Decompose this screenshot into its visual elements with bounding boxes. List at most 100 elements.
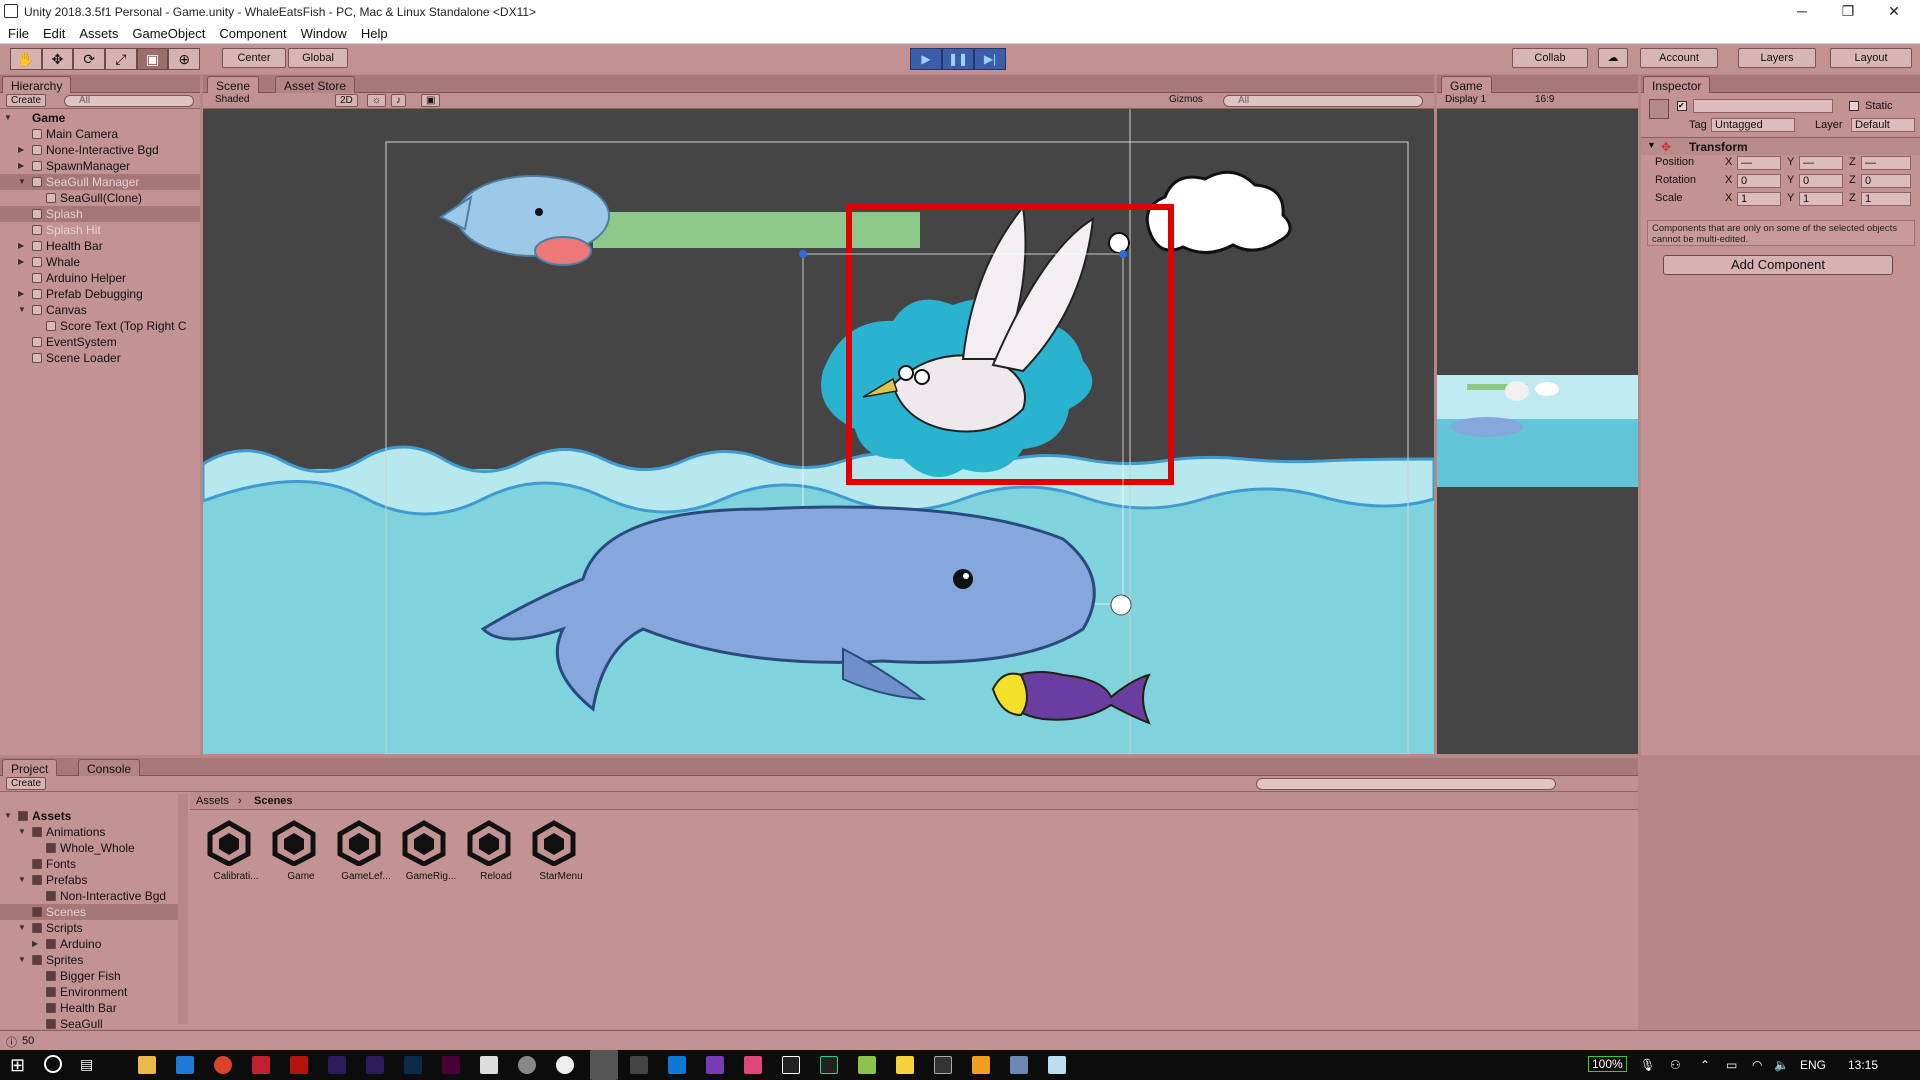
xd-icon[interactable] — [442, 1056, 460, 1074]
menu-gameobject[interactable]: GameObject — [124, 24, 211, 41]
windows-start-icon[interactable]: ⊞ — [10, 1055, 25, 1076]
app-light-icon[interactable] — [1048, 1056, 1066, 1074]
expand-down-icon[interactable]: ▼ — [18, 174, 26, 190]
project-row[interactable]: Scenes — [0, 904, 178, 920]
breadcrumb-scenes[interactable]: Scenes — [254, 795, 293, 807]
hierarchy-row[interactable]: Main Camera — [0, 126, 200, 142]
expand-right-icon[interactable]: ▶ — [18, 238, 24, 254]
explorer-icon[interactable] — [138, 1056, 156, 1074]
edge-icon[interactable] — [176, 1056, 194, 1074]
tab-inspector[interactable]: Inspector — [1643, 76, 1711, 93]
play-button[interactable]: ▶ — [910, 48, 942, 70]
project-search-input[interactable] — [1256, 778, 1556, 790]
unreal-icon[interactable] — [518, 1056, 536, 1074]
hierarchy-row[interactable]: ▼ SeaGull Manager — [0, 174, 200, 190]
hierarchy-row[interactable]: Arduino Helper — [0, 270, 200, 286]
app-blue-icon[interactable] — [1010, 1056, 1028, 1074]
expand-right-icon[interactable]: ▶ — [18, 286, 24, 302]
tab-hierarchy[interactable]: Hierarchy — [2, 76, 72, 93]
project-row[interactable]: ▼ Sprites — [0, 952, 178, 968]
hierarchy-create-button[interactable]: Create — [6, 94, 47, 107]
mic-icon[interactable]: 🎙 — [1640, 1058, 1655, 1072]
transform-y-field[interactable]: 1 — [1799, 192, 1843, 206]
hierarchy-row[interactable]: Splash — [0, 206, 200, 222]
scene-asset-tile[interactable]: Game — [271, 820, 331, 896]
expand-right-icon[interactable]: ▶ — [18, 254, 24, 270]
git-icon[interactable] — [972, 1056, 990, 1074]
hierarchy-search-input[interactable]: All — [64, 95, 194, 107]
menu-file[interactable]: File — [0, 24, 35, 41]
hierarchy-row[interactable]: Splash Hit — [0, 222, 200, 238]
chrome-icon[interactable] — [214, 1056, 232, 1074]
hand-tool-icon[interactable]: ✋ — [10, 48, 42, 70]
unity-taskbar-icon[interactable] — [590, 1050, 618, 1080]
effects-dropdown-icon[interactable]: ▣ — [421, 94, 441, 107]
expand-down-icon[interactable]: ▼ — [4, 808, 12, 824]
static-checkbox[interactable] — [1849, 101, 1859, 111]
project-row[interactable]: ▼ Scripts — [0, 920, 178, 936]
wifi-icon[interactable]: ◠ — [1752, 1058, 1762, 1072]
project-row[interactable]: ▼ Animations — [0, 824, 178, 840]
lighting-toggle-icon[interactable]: ☼ — [367, 94, 387, 107]
step-button[interactable]: ▶| — [974, 48, 1006, 70]
move-tool-icon[interactable]: ✥ — [41, 48, 74, 70]
tab-game[interactable]: Game — [1441, 76, 1492, 93]
expand-down-icon[interactable]: ▼ — [18, 952, 26, 968]
scene-viewport[interactable] — [203, 109, 1434, 754]
project-row[interactable]: ▼ Assets — [0, 808, 178, 824]
battery-indicator[interactable]: 100% — [1588, 1056, 1627, 1072]
hierarchy-row[interactable]: ▶ None-Interactive Bgd — [0, 142, 200, 158]
hierarchy-row[interactable]: ▶ Health Bar — [0, 238, 200, 254]
hierarchy-row[interactable]: ▶ SpawnManager — [0, 158, 200, 174]
layout-dropdown[interactable]: Layout — [1830, 48, 1912, 68]
name-field[interactable] — [1693, 99, 1833, 113]
menu-help[interactable]: Help — [353, 24, 394, 41]
hierarchy-row[interactable]: ▼ Canvas — [0, 302, 200, 318]
pivot-center-button[interactable]: Center — [222, 48, 286, 68]
pycharm-icon[interactable] — [820, 1056, 838, 1074]
expand-down-icon[interactable]: ▼ — [18, 302, 26, 318]
hierarchy-row[interactable]: Score Text (Top Right C — [0, 318, 200, 334]
scene-asset-tile[interactable]: GameLef... — [336, 820, 396, 896]
app-white-icon[interactable] — [480, 1056, 498, 1074]
transform-x-field[interactable]: 0 — [1737, 174, 1781, 188]
minimize-button[interactable]: ─ — [1782, 2, 1822, 22]
network-icon[interactable]: ▭ — [1726, 1058, 1737, 1072]
project-row[interactable]: ▼ Prefabs — [0, 872, 178, 888]
rect-tool-icon[interactable]: ▣ — [136, 48, 169, 70]
close-button[interactable]: ✕ — [1874, 2, 1914, 22]
scene-search-input[interactable]: All — [1223, 95, 1423, 107]
project-row[interactable]: Whole_Whole — [0, 840, 178, 856]
add-component-button[interactable]: Add Component — [1663, 255, 1893, 275]
pivot-global-button[interactable]: Global — [288, 48, 348, 68]
project-row[interactable]: Health Bar — [0, 1000, 178, 1016]
mode-2d-toggle[interactable]: 2D — [335, 94, 358, 107]
audio-toggle-icon[interactable]: ♪ — [391, 94, 406, 107]
transform-z-field[interactable]: 0 — [1861, 174, 1911, 188]
scene-asset-tile[interactable]: GameRig... — [401, 820, 461, 896]
hierarchy-row[interactable]: ▶ Whale — [0, 254, 200, 270]
premiere-icon[interactable] — [366, 1056, 384, 1074]
menu-edit[interactable]: Edit — [35, 24, 71, 41]
layers-dropdown[interactable]: Layers — [1738, 48, 1816, 68]
transform-x-field[interactable]: 1 — [1737, 192, 1781, 206]
expand-right-icon[interactable]: ▶ — [18, 142, 24, 158]
layer-dropdown[interactable]: Default — [1851, 118, 1915, 132]
after-effects-icon[interactable] — [328, 1056, 346, 1074]
account-dropdown[interactable]: Account — [1640, 48, 1718, 68]
expand-right-icon[interactable]: ▶ — [18, 158, 24, 174]
hierarchy-row[interactable]: EventSystem — [0, 334, 200, 350]
unity-hub-icon[interactable] — [630, 1056, 648, 1074]
cloud-icon[interactable]: ☁ — [1598, 48, 1628, 68]
language-indicator[interactable]: ENG — [1800, 1058, 1826, 1072]
project-row[interactable]: Non-Interactive Bgd — [0, 888, 178, 904]
transform-tool-icon[interactable]: ⊕ — [168, 48, 201, 70]
pause-button[interactable]: ❚❚ — [942, 48, 974, 70]
scene-asset-tile[interactable]: StarMenu — [531, 820, 591, 896]
app-pink-icon[interactable] — [744, 1056, 762, 1074]
project-row[interactable]: Bigger Fish — [0, 968, 178, 984]
volume-icon[interactable]: 🔈 — [1774, 1058, 1789, 1072]
game-viewport[interactable] — [1437, 109, 1638, 754]
hierarchy-row[interactable]: Scene Loader — [0, 350, 200, 366]
people-icon[interactable]: ⚇ — [1670, 1058, 1681, 1072]
